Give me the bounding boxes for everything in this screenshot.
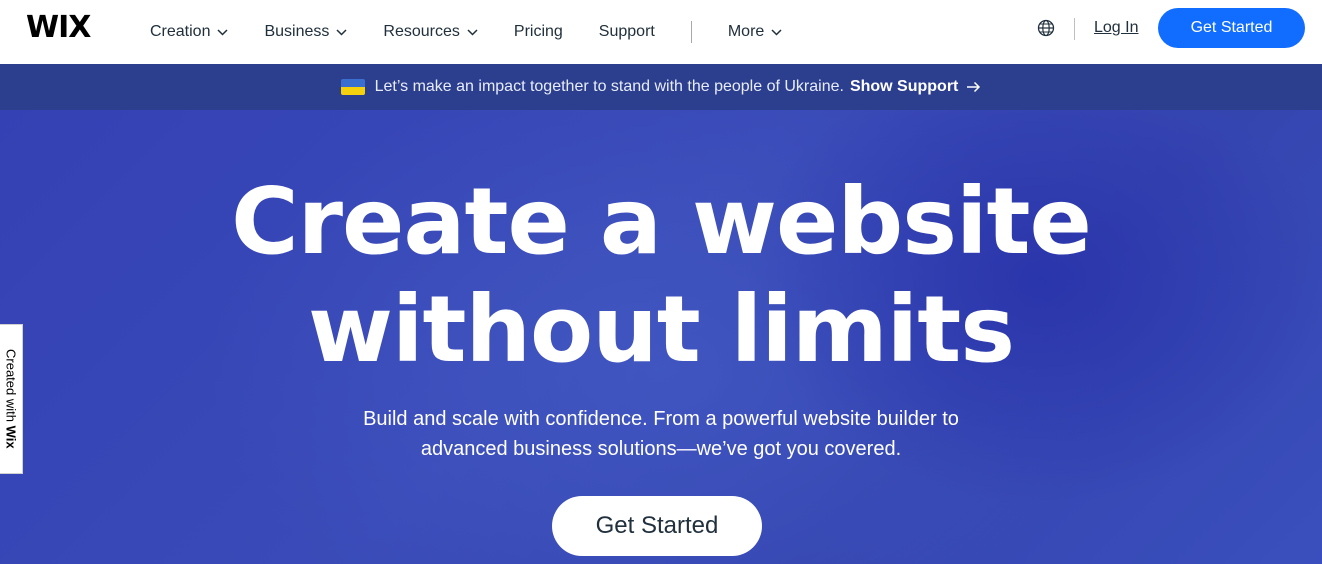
main-nav: Creation Business Resources Pricing Supp… <box>150 0 818 64</box>
nav-item-business[interactable]: Business <box>264 23 347 41</box>
site-header: WIX Creation Business Resources Pricing … <box>0 0 1322 64</box>
wix-brand-text: Wix <box>3 425 19 449</box>
get-started-button[interactable]: Get Started <box>1158 8 1305 48</box>
nav-item-resources[interactable]: Resources <box>383 23 478 41</box>
nav-item-label: More <box>727 23 765 40</box>
chevron-down-icon <box>217 28 229 36</box>
nav-item-label: Creation <box>150 23 211 40</box>
nav-item-creation[interactable]: Creation <box>150 23 229 41</box>
nav-divider <box>690 21 692 43</box>
hero-get-started-button[interactable]: Get Started <box>552 496 762 556</box>
ukraine-banner: Let’s make an impact together to stand w… <box>0 64 1322 110</box>
nav-item-label: Resources <box>383 23 460 40</box>
hero-subtitle: Build and scale with confidence. From a … <box>0 404 1322 464</box>
nav-item-label: Support <box>598 23 655 40</box>
created-with-wix-tab[interactable]: Created with Wix <box>0 324 23 474</box>
ukraine-flag-icon <box>340 79 365 95</box>
hero-subtitle-line1: Build and scale with confidence. From a … <box>363 408 959 430</box>
show-support-label: Show Support <box>849 78 959 95</box>
banner-text: Let’s make an impact together to stand w… <box>374 78 844 95</box>
wix-logo[interactable]: WIX <box>26 12 91 44</box>
hero-section: Create a website without limits Build an… <box>0 110 1322 564</box>
chevron-down-icon <box>771 28 782 36</box>
created-with-wix-label: Created with Wix <box>4 349 19 449</box>
chevron-down-icon <box>467 28 478 36</box>
show-support-link[interactable]: Show Support <box>850 78 981 96</box>
nav-item-pricing[interactable]: Pricing <box>514 23 563 41</box>
nav-item-more[interactable]: More <box>728 23 782 41</box>
hero-title-line2: without limits <box>308 276 1015 383</box>
created-with-text: Created with <box>3 349 19 426</box>
nav-item-label: Pricing <box>513 23 563 40</box>
nav-item-support[interactable]: Support <box>599 23 655 41</box>
hero-title: Create a website without limits <box>0 168 1322 384</box>
arrow-right-icon <box>966 81 981 93</box>
header-divider <box>1074 18 1075 40</box>
chevron-down-icon <box>336 28 347 36</box>
login-link[interactable]: Log In <box>1094 19 1138 37</box>
globe-icon[interactable] <box>1036 18 1056 38</box>
hero-subtitle-line2: advanced business solutions—we’ve got yo… <box>420 438 902 460</box>
nav-item-label: Business <box>264 23 330 40</box>
hero-title-line1: Create a website <box>231 168 1092 275</box>
